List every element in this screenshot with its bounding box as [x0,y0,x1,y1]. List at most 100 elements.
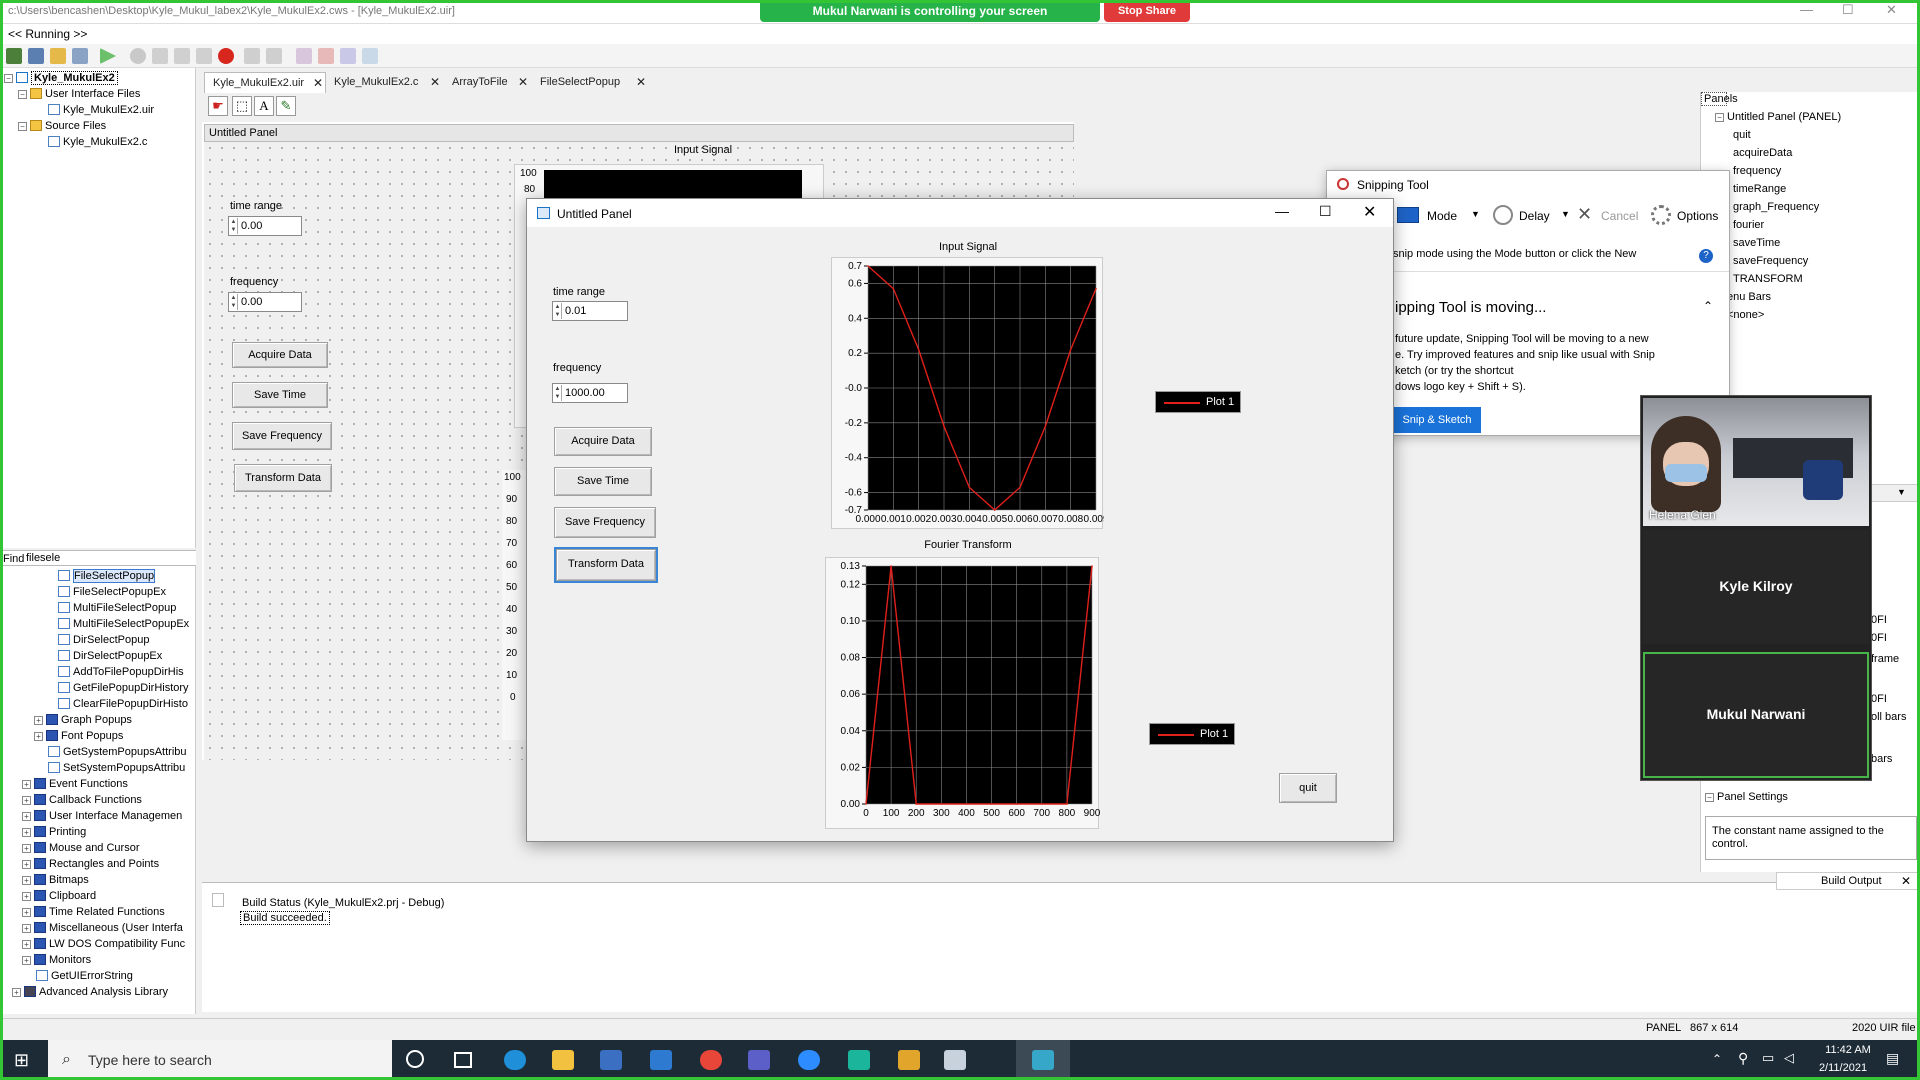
tree-ui-folder[interactable]: − User Interface Files [18,88,140,100]
new-project-icon[interactable] [6,48,22,64]
expand-icon[interactable]: + [34,716,43,725]
delay-dropdown-icon[interactable]: ▼ [1561,209,1570,219]
control-node[interactable]: saveFrequency [1733,255,1808,267]
collapse-icon[interactable]: − [1705,793,1714,802]
panel-node[interactable]: − Untitled Panel (PANEL) [1715,111,1841,123]
tree-root[interactable]: − Kyle_MukulEx2 [4,71,118,85]
watch-icon[interactable] [266,48,282,64]
tab-uir[interactable]: Kyle_MukulEx2.uir ✕ [204,72,326,93]
mode-dropdown-icon[interactable]: ▼ [1471,209,1480,219]
function-group[interactable]: + Clipboard [22,890,96,902]
tray-chevron-icon[interactable]: ⌃ [1712,1052,1722,1066]
function-group[interactable]: + User Interface Managemen [22,810,182,822]
expand-icon[interactable]: + [22,844,31,853]
close-tab-icon[interactable]: ✕ [518,72,528,92]
control-node[interactable]: graph_Frequency [1733,201,1819,213]
expand-icon[interactable]: + [22,780,31,789]
function-group[interactable]: + Time Related Functions [22,906,165,918]
volume-icon[interactable]: ◁ [1784,1050,1794,1066]
function-item[interactable]: FileSelectPopupEx [58,586,166,598]
video-tile-mukul[interactable]: Mukul Narwani [1643,652,1869,778]
windows-start-icon[interactable]: ⊞ [14,1050,29,1071]
function-group[interactable]: + Font Popups [34,730,123,742]
mail-icon[interactable] [650,1050,672,1070]
spin-arrows-icon[interactable]: ▲ ▼ [230,294,238,310]
tool2-icon[interactable] [340,48,356,64]
function-item[interactable]: GetSystemPopupsAttribu [48,746,187,758]
acquire-data-button[interactable]: Acquire Data [554,427,652,456]
matlab-icon[interactable] [898,1050,920,1070]
clock-time[interactable]: 11:42 AM [1818,1044,1878,1056]
design-acquire-button[interactable]: Acquire Data [232,342,328,368]
build-output-tab[interactable]: Build Output ✕ [1776,872,1920,890]
operate-tool-icon[interactable]: ☛ [208,96,228,116]
function-group[interactable]: + Mouse and Cursor [22,842,140,854]
tree-src-file[interactable]: Kyle_MukulEx2.c [48,136,147,148]
collapse-icon[interactable]: − [18,122,27,131]
close-output-icon[interactable]: ✕ [1901,874,1911,888]
design-frequency-field[interactable]: ▲ ▼ 0.00 [228,292,302,312]
clock-date[interactable]: 2/11/2021 [1808,1062,1878,1074]
tool-icon[interactable] [318,48,334,64]
close-tab-icon[interactable]: ✕ [313,73,323,93]
function-group[interactable]: + Advanced Analysis Library [12,986,168,998]
transform-data-button[interactable]: Transform Data [554,547,658,583]
edge-icon[interactable] [504,1050,526,1070]
video-tile-helena[interactable]: Helena Gien [1643,398,1869,526]
design-transform-button[interactable]: Transform Data [234,464,332,492]
function-item[interactable]: SetSystemPopupsAttribu [48,762,185,774]
snip-options-button[interactable]: Options [1677,209,1718,223]
maximize-icon[interactable]: ☐ [1319,203,1332,220]
time-range-field[interactable]: ▲ ▼ 0.01 [552,301,628,321]
tool3-icon[interactable] [362,48,378,64]
run-icon[interactable] [100,48,116,64]
function-group[interactable]: + Callback Functions [22,794,142,806]
expand-icon[interactable]: + [22,940,31,949]
expand-icon[interactable]: + [22,924,31,933]
panels-header[interactable]: Panels [1701,92,1738,106]
function-item[interactable]: GetUIErrorString [36,970,133,982]
tab-arraytofile[interactable]: ArrayToFile ✕ [444,72,532,93]
close-icon[interactable]: ✕ [1363,202,1376,222]
control-node[interactable]: saveTime [1733,237,1780,249]
spin-arrows-icon[interactable]: ▲ ▼ [554,303,562,319]
collapse-icon[interactable]: − [18,90,27,99]
store-icon[interactable] [600,1050,622,1070]
microphone-icon[interactable]: ⚲ [1738,1050,1748,1067]
control-node[interactable]: frequency [1733,165,1781,177]
collapse-icon[interactable]: − [4,74,13,83]
control-node[interactable]: fourier [1733,219,1764,231]
snip-delay-button[interactable]: Delay [1519,209,1550,223]
control-node[interactable]: TRANSFORM [1733,273,1803,285]
find-input[interactable] [26,551,191,565]
function-group[interactable]: + Graph Popups [34,714,132,726]
stop-icon[interactable] [218,48,234,64]
expand-icon[interactable]: + [22,876,31,885]
control-node[interactable]: timeRange [1733,183,1786,195]
expand-icon[interactable]: + [22,796,31,805]
collapse-icon[interactable]: − [1715,113,1724,122]
spin-arrows-icon[interactable]: ▲ ▼ [554,385,562,401]
function-item[interactable]: AddToFilePopupDirHis [58,666,184,678]
function-item[interactable]: DirSelectPopup [58,634,149,646]
function-group[interactable]: + Printing [22,826,86,838]
save-time-button[interactable]: Save Time [554,467,652,496]
maximize-icon[interactable]: ☐ [1842,2,1854,18]
tree-src-folder[interactable]: − Source Files [18,120,106,132]
expand-icon[interactable]: + [22,908,31,917]
spin-arrows-icon[interactable]: ▲ ▼ [230,218,238,234]
help-icon[interactable]: ? [1699,249,1713,263]
chevron-up-icon[interactable]: ⌃ [1703,299,1713,313]
zoom-icon[interactable] [798,1050,820,1070]
close-tab-icon[interactable]: ✕ [430,72,440,92]
function-item[interactable]: MultiFileSelectPopup [58,602,176,614]
open-folder-icon[interactable] [50,48,66,64]
tab-c-file[interactable]: Kyle_MukulEx2.c ✕ [326,72,446,93]
network-icon[interactable]: ▭ [1762,1050,1774,1066]
quit-button[interactable]: quit [1279,773,1337,803]
text-tool-icon[interactable]: A [254,96,274,116]
snip-mode-button[interactable]: Mode [1427,209,1457,223]
step-icon[interactable] [130,48,146,64]
step-into-icon[interactable] [174,48,190,64]
stop-share-button[interactable]: Stop Share [1104,0,1190,22]
